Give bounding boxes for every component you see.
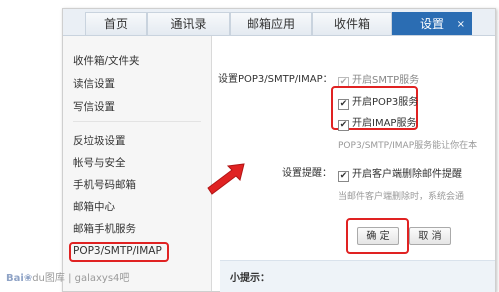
watermark-brand-suffix: du (32, 273, 45, 284)
watermark-text: 图库 | galaxys4吧 (44, 273, 130, 284)
watermark-brand: Bai (6, 273, 24, 284)
paw-icon: ❀ (23, 273, 33, 284)
red-arrow-icon (207, 163, 245, 195)
watermark: Bai❀du图库 | galaxys4吧 (6, 269, 129, 284)
